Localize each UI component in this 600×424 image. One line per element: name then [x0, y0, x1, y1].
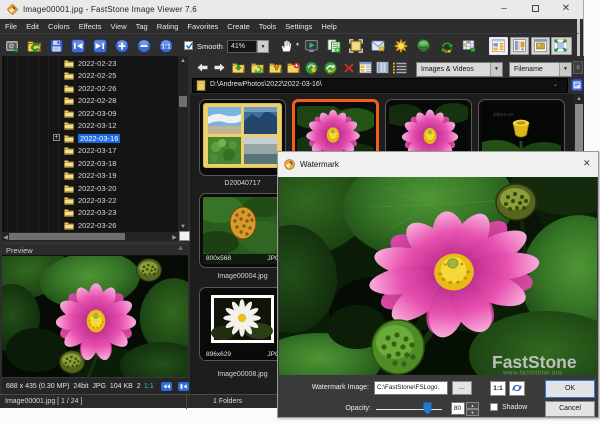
svg-text:1:1: 1:1 — [161, 44, 171, 51]
svg-text:2004 6 22: 2004 6 22 — [493, 112, 514, 117]
svg-text:FastStone: FastStone — [492, 352, 577, 372]
